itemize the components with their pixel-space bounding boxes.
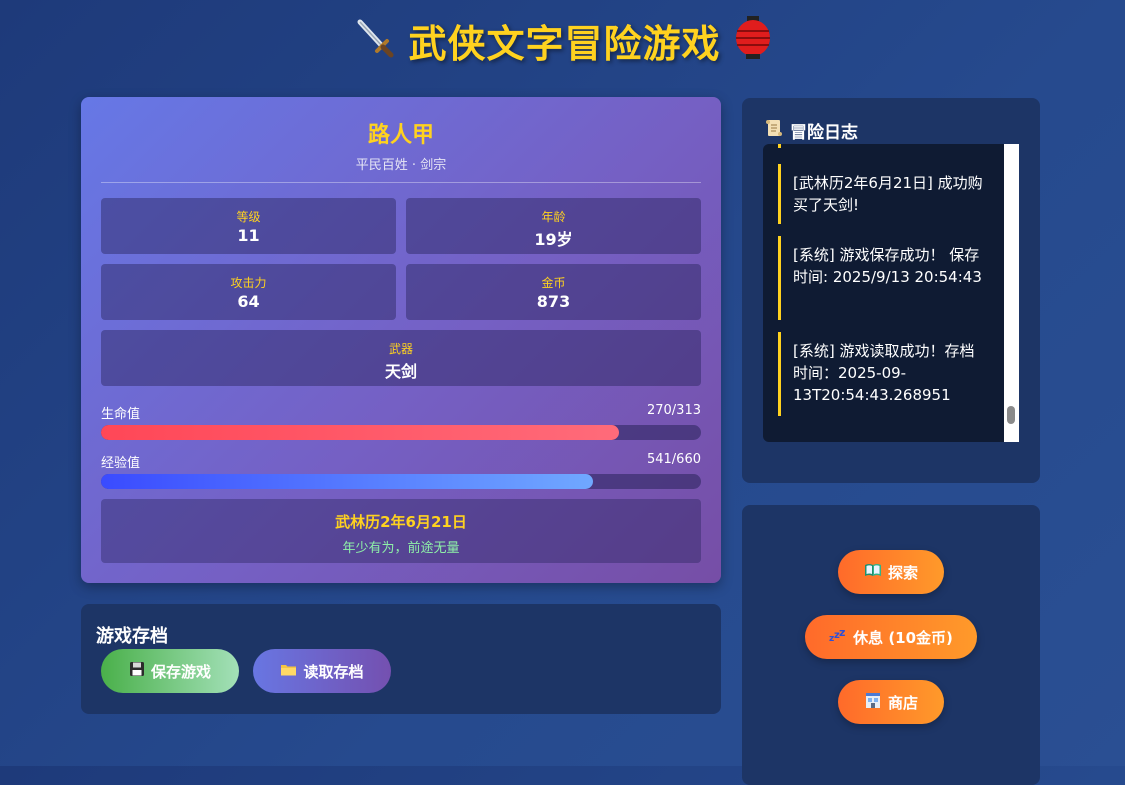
scroll-icon xyxy=(764,118,784,143)
stat-gold-value: 873 xyxy=(536,292,571,311)
rest-label: 休息 (10金币) xyxy=(853,628,953,647)
character-name: 路人甲 xyxy=(367,123,434,148)
rest-button[interactable]: z z z 休息 (10金币) xyxy=(805,615,977,659)
log-entry-partial xyxy=(778,144,1003,148)
book-icon xyxy=(864,563,882,581)
hp-bar-fill xyxy=(101,425,619,440)
log-entry: [系统] 游戏读取成功！存档时间：2025-09-13T20:54:43.268… xyxy=(778,332,988,416)
stat-attack: 攻击力 64 xyxy=(101,264,396,320)
stat-gold: 金币 873 xyxy=(406,264,701,320)
xp-bar xyxy=(101,474,701,489)
save-panel-title: 游戏存档 xyxy=(96,626,168,647)
stat-level-label: 等级 xyxy=(236,210,261,224)
character-status: 年少有为，前途无量 xyxy=(342,541,460,556)
page-title-row: 武侠文字冒险游戏 xyxy=(0,14,1125,78)
log-title: 冒险日志 xyxy=(764,118,858,143)
stat-attack-value: 64 xyxy=(237,292,260,311)
stat-level-value: 11 xyxy=(237,226,260,245)
log-entry: [系统] 游戏保存成功！ 保存时间: 2025/9/13 20:54:43 xyxy=(778,236,988,320)
shop-icon xyxy=(864,691,882,713)
load-game-label: 读取存档 xyxy=(303,662,364,681)
sleep-icon: z z z xyxy=(829,626,847,646)
xp-value: 541/660 xyxy=(646,452,701,467)
log-scrollbar[interactable] xyxy=(1004,144,1019,442)
stat-weapon-label: 武器 xyxy=(388,342,413,356)
lantern-icon xyxy=(733,15,773,78)
floppy-disk-icon xyxy=(129,661,145,681)
date-box: 武林历2年6月21日 年少有为，前途无量 xyxy=(101,499,701,563)
save-panel: 游戏存档 保存游戏 读取存档 xyxy=(81,604,721,714)
xp-bar-fill xyxy=(101,474,593,489)
log-list[interactable]: [武林历2年6月21日] 成功购买了天剑! [系统] 游戏保存成功！ 保存时间:… xyxy=(763,144,1019,442)
save-game-button[interactable]: 保存游戏 xyxy=(101,649,239,693)
hp-label: 生命值 xyxy=(101,407,141,422)
stat-weapon-value: 天剑 xyxy=(384,362,417,381)
game-date: 武林历2年6月21日 xyxy=(335,513,467,531)
explore-button[interactable]: 探索 xyxy=(838,550,944,594)
character-panel: 路人甲 平民百姓 · 剑宗 等级 11 年龄 19岁 攻击力 64 金币 873… xyxy=(81,97,721,583)
stat-gold-label: 金币 xyxy=(541,276,566,290)
hp-value: 270/313 xyxy=(646,403,701,418)
stat-level: 等级 11 xyxy=(101,198,396,254)
log-entry: [武林历2年6月21日] 成功购买了天剑! xyxy=(778,164,988,224)
hp-bar xyxy=(101,425,701,440)
stat-age-value: 19岁 xyxy=(534,230,573,249)
actions-panel: 探索 z z z 休息 (10金币) 商店 xyxy=(742,505,1040,785)
shop-label: 商店 xyxy=(887,693,918,712)
log-title-text: 冒险日志 xyxy=(790,123,858,143)
stat-weapon: 武器 天剑 xyxy=(101,330,701,386)
xp-label: 经验值 xyxy=(101,456,141,471)
page-title: 武侠文字冒险游戏 xyxy=(408,22,721,66)
folder-icon xyxy=(280,662,297,681)
stat-attack-label: 攻击力 xyxy=(230,276,267,290)
character-subtitle: 平民百姓 · 剑宗 xyxy=(355,158,447,173)
stat-age: 年龄 19岁 xyxy=(406,198,701,254)
explore-label: 探索 xyxy=(887,563,918,582)
svg-text:z: z xyxy=(839,628,845,639)
stat-age-label: 年龄 xyxy=(541,210,566,224)
sword-icon xyxy=(352,16,396,77)
divider xyxy=(101,182,701,183)
save-game-label: 保存游戏 xyxy=(150,662,211,681)
load-game-button[interactable]: 读取存档 xyxy=(253,649,391,693)
shop-button[interactable]: 商店 xyxy=(838,680,944,724)
log-scrollbar-thumb[interactable] xyxy=(1007,406,1015,424)
adventure-log-panel: 冒险日志 [武林历2年6月21日] 成功购买了天剑! [系统] 游戏保存成功！ … xyxy=(742,98,1040,483)
